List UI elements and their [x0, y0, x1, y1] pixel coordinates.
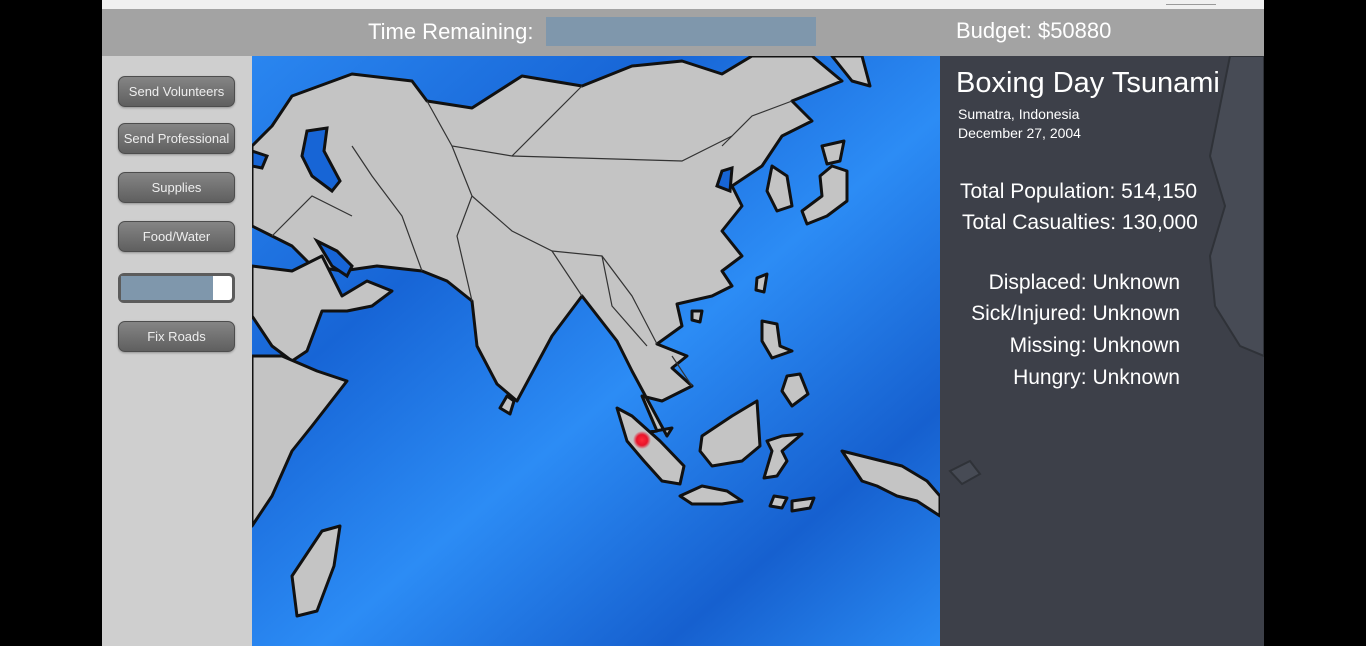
- land-timor: [790, 496, 816, 513]
- land-hokkaido: [820, 139, 846, 166]
- fix-roads-button[interactable]: Fix Roads: [118, 321, 235, 352]
- supplies-button[interactable]: Supplies: [118, 172, 235, 203]
- epicenter-marker[interactable]: [633, 431, 651, 449]
- action-sidebar: Send Volunteers Send Professional Suppli…: [102, 56, 252, 646]
- time-remaining-bar: [546, 17, 816, 46]
- send-volunteers-button[interactable]: Send Volunteers: [118, 76, 235, 107]
- land-hainan: [690, 309, 704, 324]
- world-map[interactable]: [252, 56, 940, 646]
- total-population: Total Population: 514,150: [960, 180, 1198, 203]
- displaced-stat: Displaced: Unknown: [988, 271, 1180, 294]
- budget-display: Budget: $50880: [956, 18, 1112, 43]
- missing-stat: Missing: Unknown: [1009, 334, 1180, 357]
- food-water-button[interactable]: Food/Water: [118, 221, 235, 252]
- disaster-info-panel: Boxing Day Tsunami Sumatra, Indonesia De…: [940, 56, 1264, 646]
- action-progress-bar: [118, 273, 235, 303]
- land-taiwan: [754, 272, 769, 294]
- event-date: December 27, 2004: [958, 125, 1081, 141]
- event-title: Boxing Day Tsunami: [956, 67, 1220, 99]
- event-location: Sumatra, Indonesia: [958, 106, 1080, 122]
- time-remaining-label: Time Remaining:: [368, 19, 534, 44]
- action-progress-fill: [121, 276, 214, 300]
- map-canvas: [252, 56, 940, 646]
- total-casualties: Total Casualties: 130,000: [962, 211, 1198, 234]
- land-lesser-sunda: [768, 494, 789, 510]
- hungry-stat: Hungry: Unknown: [1013, 366, 1180, 389]
- top-status-bar: Time Remaining: Budget: $50880: [102, 9, 1264, 56]
- sick-injured-stat: Sick/Injured: Unknown: [971, 302, 1180, 325]
- send-professional-button[interactable]: Send Professional: [118, 123, 235, 154]
- window-dash: [1166, 4, 1216, 5]
